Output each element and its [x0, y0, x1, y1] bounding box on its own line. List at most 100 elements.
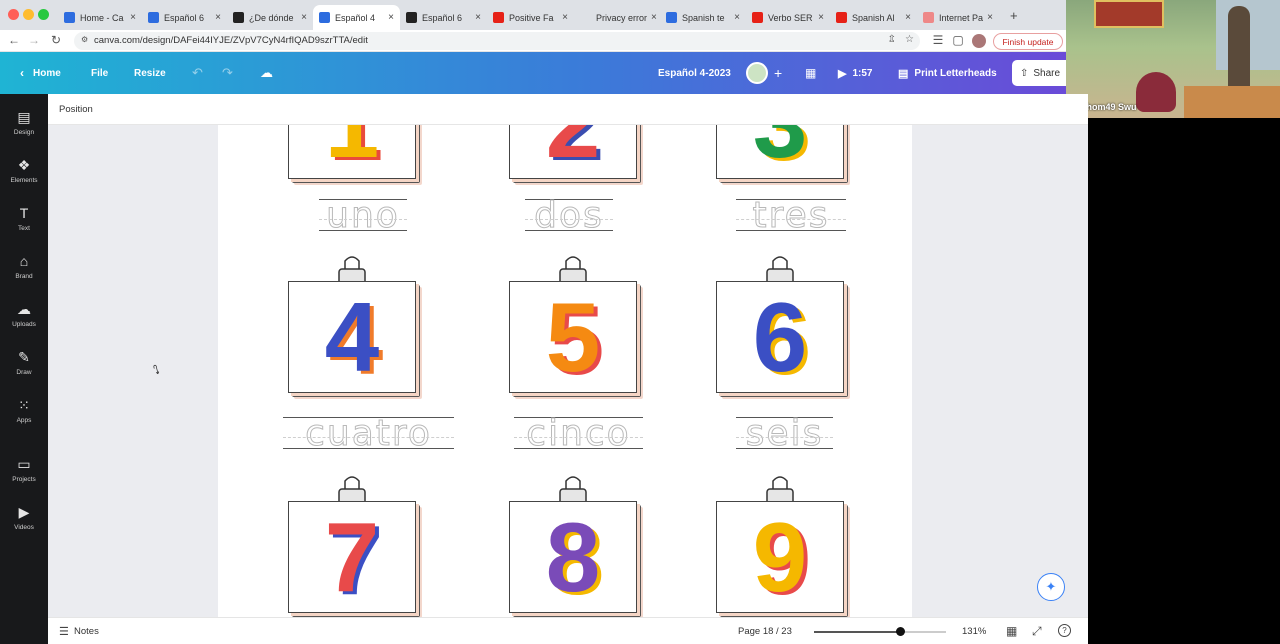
print-letterheads-button[interactable]: ▤ Print Letterheads: [898, 52, 997, 94]
browser-tab[interactable]: Español 4 ×: [313, 5, 400, 30]
close-tab-icon[interactable]: ×: [983, 12, 993, 23]
browser-tab[interactable]: Spanish Al ×: [830, 5, 917, 30]
site-info-icon[interactable]: ⚙: [81, 35, 88, 44]
document-title[interactable]: Español 4-2023: [658, 52, 731, 94]
close-tab-icon[interactable]: ×: [384, 12, 394, 23]
sidebar-item-projects[interactable]: ▭ Projects: [0, 447, 48, 495]
profile-avatar[interactable]: [972, 34, 986, 48]
tab-favicon-icon: [148, 12, 159, 23]
close-tab-icon[interactable]: ×: [558, 12, 568, 23]
close-tab-icon[interactable]: ×: [730, 12, 740, 23]
sidebar-item-videos[interactable]: ▶ Videos: [0, 495, 48, 543]
participant-figure: [1136, 72, 1176, 112]
browser-tab[interactable]: Español 6 ×: [400, 5, 487, 30]
tab-label: Verbo SER: [768, 12, 813, 23]
number-card-9[interactable]: 9: [716, 501, 848, 617]
position-button[interactable]: Position: [59, 104, 93, 115]
help-icon[interactable]: ?: [1058, 624, 1071, 637]
number-card-1[interactable]: 1: [288, 125, 420, 183]
close-tab-icon[interactable]: ×: [297, 12, 307, 23]
new-tab-button[interactable]: +: [1010, 8, 1018, 23]
sidebar-item-elements[interactable]: ❖ Elements: [0, 148, 48, 196]
trace-word[interactable]: cuatro: [283, 415, 454, 452]
present-button[interactable]: ▶ 1:57: [838, 52, 872, 94]
close-tab-icon[interactable]: ×: [211, 12, 221, 23]
browser-tab[interactable]: Internet Pa ×: [917, 5, 999, 30]
share-button[interactable]: ⇧ Share: [1012, 60, 1072, 86]
trace-word[interactable]: tres: [736, 197, 846, 234]
trace-word[interactable]: dos: [525, 197, 613, 234]
extensions-icon[interactable]: ☰: [930, 33, 946, 47]
sidebar-item-design[interactable]: ▤ Design: [0, 100, 48, 148]
sidebar-item-brand[interactable]: ⌂ Brand: [0, 244, 48, 292]
trace-word[interactable]: seis: [736, 415, 833, 452]
number-card-8[interactable]: 8: [509, 501, 641, 617]
cloud-save-icon[interactable]: ☁: [260, 52, 273, 94]
home-button[interactable]: ‹ Home: [20, 52, 61, 94]
browser-tab[interactable]: Español 6 ×: [142, 5, 227, 30]
number-card-6[interactable]: 6: [716, 281, 848, 397]
number-card-2[interactable]: 2: [509, 125, 641, 183]
browser-tab[interactable]: Home - Ca ×: [58, 5, 142, 30]
back-icon[interactable]: ←: [6, 33, 22, 47]
apps-icon: ⁙: [18, 397, 30, 413]
browser-tab[interactable]: Positive Fa ×: [487, 5, 574, 30]
browser-tab[interactable]: ¿De dónde ×: [227, 5, 313, 30]
number-card-3[interactable]: 3: [716, 125, 848, 183]
close-tab-icon[interactable]: ×: [814, 12, 824, 23]
sidebar-item-uploads[interactable]: ☁ Uploads: [0, 292, 48, 340]
trace-baseline: [283, 448, 454, 449]
bookmark-star-icon[interactable]: ☆: [905, 34, 914, 45]
forward-icon[interactable]: →: [26, 33, 42, 47]
analytics-icon[interactable]: ▦: [805, 52, 816, 94]
url-bar[interactable]: ⚙ canva.com/design/DAFei44IYJE/ZVpV7CyN4…: [74, 32, 920, 50]
file-menu-button[interactable]: File: [91, 52, 108, 94]
reload-icon[interactable]: ↻: [48, 33, 64, 47]
maximize-window-button[interactable]: [38, 9, 49, 20]
trace-word[interactable]: uno: [319, 197, 407, 234]
number-card-4[interactable]: 4: [288, 281, 420, 397]
collaborator-avatar[interactable]: [746, 62, 768, 84]
sidebar-item-label: Projects: [12, 476, 36, 483]
trace-word[interactable]: cinco: [514, 415, 643, 452]
number-card-5[interactable]: 5: [509, 281, 641, 397]
tab-label: Español 4: [335, 12, 376, 23]
undo-icon[interactable]: ↶: [192, 52, 203, 94]
browser-tab[interactable]: Verbo SER ×: [746, 5, 830, 30]
close-tab-icon[interactable]: ×: [647, 12, 657, 23]
design-page[interactable]: 1 uno 2 dos 3 tres 4 cuatro 5 cinco 6 seis 7 8 9: [218, 125, 912, 617]
finish-update-button[interactable]: Finish update: [993, 33, 1063, 50]
trace-midline: [736, 437, 833, 438]
grid-view-icon[interactable]: ▦: [1006, 624, 1017, 638]
trace-midline: [283, 437, 454, 438]
notes-icon[interactable]: ☰: [59, 625, 69, 638]
close-tab-icon[interactable]: ×: [901, 12, 911, 23]
minimize-window-button[interactable]: [23, 9, 34, 20]
number-card-7[interactable]: 7: [288, 501, 420, 617]
sidebar-item-apps[interactable]: ⁙ Apps: [0, 388, 48, 436]
close-window-button[interactable]: [8, 9, 19, 20]
share-page-icon[interactable]: ⇫: [888, 34, 896, 45]
zoom-level[interactable]: 131%: [962, 626, 986, 637]
add-collaborator-icon[interactable]: +: [774, 52, 782, 94]
resize-button[interactable]: Resize: [134, 52, 166, 94]
page-indicator[interactable]: Page 18 / 23: [738, 626, 792, 637]
browser-tab[interactable]: Spanish te ×: [660, 5, 746, 30]
sidepanel-icon[interactable]: ▢: [950, 33, 966, 47]
tab-label: Internet Pa: [939, 12, 984, 23]
tab-favicon-icon: [580, 12, 591, 23]
magic-assistant-button[interactable]: ✦: [1037, 573, 1065, 601]
close-tab-icon[interactable]: ×: [126, 12, 136, 23]
sidebar-item-draw[interactable]: ✎ Draw: [0, 340, 48, 388]
fullscreen-icon[interactable]: ⤢: [1032, 624, 1042, 639]
browser-tab[interactable]: Privacy error ×: [574, 5, 660, 30]
trace-baseline: [319, 230, 407, 231]
mouse-cursor-icon: ⭛: [153, 363, 160, 377]
tab-favicon-icon: [666, 12, 677, 23]
sidebar-item-text[interactable]: T Text: [0, 196, 48, 244]
redo-icon[interactable]: ↷: [222, 52, 233, 94]
zoom-slider[interactable]: [814, 627, 946, 636]
notes-button[interactable]: Notes: [74, 626, 99, 637]
zoom-slider-thumb[interactable]: [895, 627, 905, 636]
close-tab-icon[interactable]: ×: [471, 12, 481, 23]
